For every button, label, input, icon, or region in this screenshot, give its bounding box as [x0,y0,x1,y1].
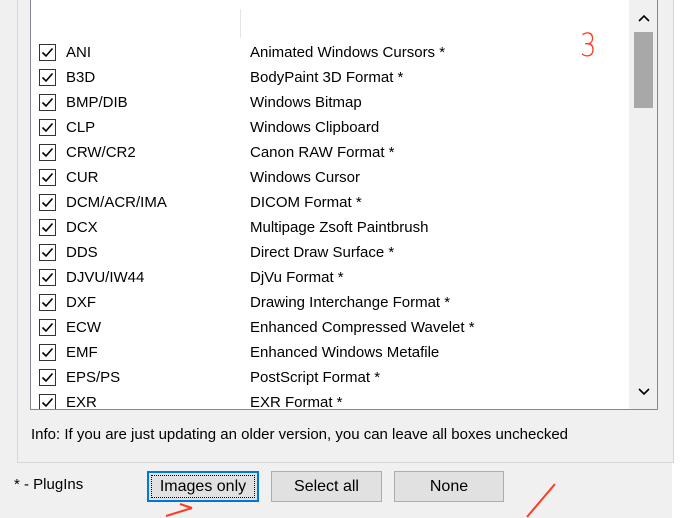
annotation-marks [165,483,556,518]
annotation-stroke [526,483,556,518]
annotation-arrow-icon [165,503,193,517]
